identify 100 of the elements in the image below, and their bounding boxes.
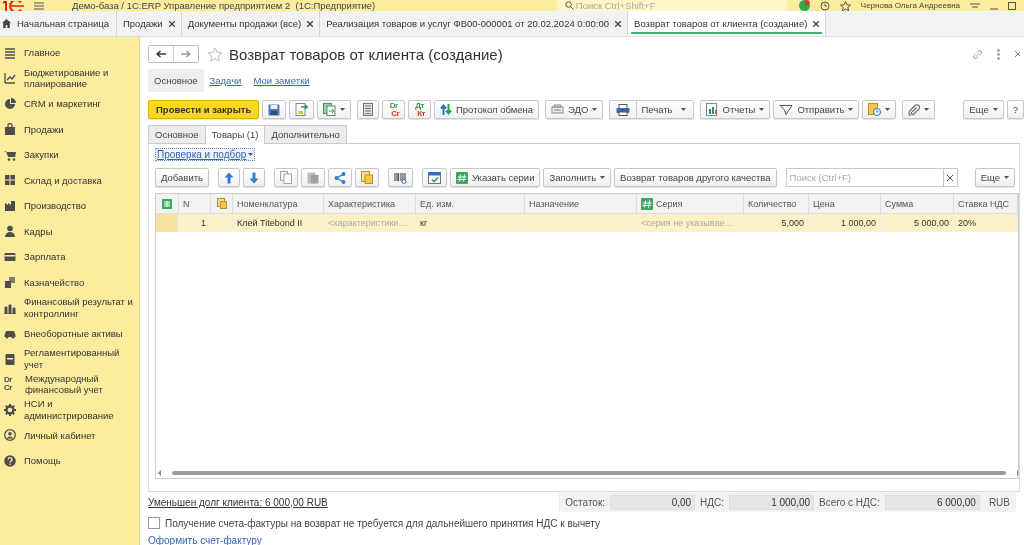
sidebar-item[interactable]: Бюджетирование и планирование	[0, 65, 139, 91]
toolbar-button[interactable]: Указать серии	[450, 168, 541, 187]
toolbar-button[interactable]: Дт Кт	[408, 100, 431, 119]
caret-icon	[592, 108, 598, 111]
sidebar-item[interactable]: Финансовый результат и контроллинг	[0, 295, 139, 321]
folder-icon	[361, 171, 373, 184]
sidebar-item[interactable]: Dr Cr Международный финансовый учет	[0, 371, 139, 397]
table-cell: 20%	[958, 218, 976, 228]
toolbar-button[interactable]	[357, 100, 380, 119]
toolbar-button[interactable]	[262, 100, 287, 119]
close-icon[interactable]	[168, 20, 175, 27]
sidebar-item[interactable]: НСИ и администрирование	[0, 397, 139, 423]
toolbar-button[interactable]: ЭДО	[545, 100, 604, 119]
notification-icon[interactable]	[798, 0, 810, 11]
checkbox[interactable]	[148, 517, 160, 529]
user-name[interactable]: Чернова Ольга Андреевна	[860, 0, 960, 11]
toolbar-button[interactable]	[317, 100, 352, 119]
sidebar-item[interactable]: Кадры	[0, 218, 139, 244]
sidebar-item[interactable]: Помощь	[0, 448, 139, 474]
form-title: Возврат товаров от клиента (создание)	[229, 45, 503, 63]
section-link[interactable]: Мои заметки	[247, 68, 316, 92]
toolbar-button[interactable]	[328, 168, 352, 187]
post-and-close-button[interactable]: Провести и закрыть	[148, 100, 260, 119]
check-and-pick-link[interactable]: Проверка и подбор	[155, 148, 256, 161]
sidebar-item[interactable]: Склад и доставка	[0, 167, 139, 193]
page-tab[interactable]: Дополнительно	[264, 125, 347, 143]
toolbar-button[interactable]: Отправить	[773, 100, 860, 119]
history-icon[interactable]	[819, 0, 830, 11]
toolbar-button[interactable]	[422, 168, 447, 187]
forward-arrow-icon	[181, 50, 191, 58]
sidebar-item[interactable]: Главное	[0, 40, 139, 66]
sidebar-item[interactable]: Продажи	[0, 116, 139, 142]
sidebar-item[interactable]: Закупки	[0, 142, 139, 168]
column-header[interactable]: Сумма	[881, 194, 954, 213]
section-icon	[4, 46, 16, 59]
column-header[interactable]: Ставка НДС	[954, 194, 1018, 213]
window-tab[interactable]: Документы продажи (все)	[181, 11, 321, 36]
star-icon[interactable]	[839, 0, 851, 11]
sidebar-item[interactable]: CRM и маркетинг	[0, 91, 139, 117]
close-icon[interactable]	[615, 20, 622, 27]
close-icon[interactable]	[307, 20, 314, 27]
toolbar-button[interactable]: Протокол обмена	[433, 100, 540, 119]
link-icon[interactable]	[972, 48, 983, 60]
sidebar-item[interactable]: Личный кабинет	[0, 422, 139, 448]
sidebar-item[interactable]: Производство	[0, 193, 139, 219]
column-header[interactable]: N	[179, 194, 211, 213]
menu-icon[interactable]	[970, 1, 980, 10]
toolbar-button[interactable]	[902, 100, 936, 119]
sidebar-item[interactable]: Казначейство	[0, 269, 139, 295]
column-header[interactable]: Характеристика	[324, 194, 416, 213]
toolbar-button[interactable]	[289, 100, 315, 119]
column-header[interactable]: Ед. изм.	[416, 194, 525, 213]
caret-icon	[848, 108, 854, 111]
print-button[interactable]: Печать	[609, 100, 694, 119]
toolbar-button[interactable]: Возврат товаров другого качества	[614, 168, 777, 187]
window-tab[interactable]: Продажи	[117, 11, 182, 36]
caret-icon	[1004, 176, 1009, 179]
sidebar-item[interactable]: Внеоборотные активы	[0, 320, 139, 346]
column-header[interactable]: Серия	[637, 194, 744, 213]
toolbar-button[interactable]: Еще	[963, 100, 1004, 119]
maximize-icon[interactable]	[1008, 1, 1016, 10]
more-icon[interactable]	[997, 48, 1000, 60]
toolbar-button[interactable]	[243, 168, 265, 187]
window-tab[interactable]: Начальная страница	[0, 11, 117, 36]
total-label: Всего с НДС:	[819, 496, 880, 508]
star-icon[interactable]	[207, 46, 223, 62]
sidebar-item[interactable]: Регламентированный учет	[0, 346, 139, 372]
table-settings-icon[interactable]	[162, 198, 172, 209]
sidebar-item[interactable]: Зарплата	[0, 244, 139, 270]
hash-icon	[641, 197, 653, 210]
section-link[interactable]: Задачи	[203, 68, 248, 92]
clipboard-icon	[307, 171, 319, 184]
column-header[interactable]: Назначение	[525, 194, 637, 213]
toolbar-button[interactable]	[218, 168, 240, 187]
cell-placeholder: <серия не указывае…	[641, 218, 734, 228]
section-icon	[4, 72, 16, 85]
close-icon[interactable]	[813, 20, 820, 27]
toolbar-button[interactable]: Отчеты	[699, 100, 771, 119]
toolbar-button[interactable]	[388, 168, 413, 187]
debt-link[interactable]: Уменьшен долг клиента: 6 000,00 RUB	[148, 496, 328, 508]
clear-button[interactable]	[943, 168, 958, 187]
menu-icon[interactable]	[34, 1, 44, 10]
toolbar-button[interactable]: Dr Cr	[382, 100, 406, 119]
toolbar-button[interactable]: ?	[1006, 100, 1024, 119]
toolbar-button[interactable]: Добавить	[155, 168, 209, 187]
page-tab[interactable]: Основное	[148, 125, 206, 143]
table-row[interactable]: 1 Клей Titebond II <характеристики… кг <серия не указывае… 5,000 1 000,00 5 000,00 20%	[156, 214, 1018, 232]
page-tab[interactable]: Товары (1)	[204, 125, 266, 144]
section-icon	[4, 454, 16, 467]
column-header[interactable]: Цена	[809, 194, 881, 213]
more-button[interactable]: Еще	[974, 168, 1015, 187]
table-search-field[interactable]: Поиск (Ctrl+F)	[785, 168, 944, 187]
horizontal-scrollbar[interactable]	[158, 470, 1018, 476]
window-tab[interactable]: Возврат товаров от клиента (создание)	[628, 11, 827, 36]
tray-icon	[551, 103, 565, 116]
column-header[interactable]: Количество	[744, 194, 809, 213]
section-link[interactable]: Основное	[148, 68, 204, 92]
toolbar-button[interactable]: Заполнить	[543, 168, 612, 187]
column-header[interactable]: Номенклатура	[233, 194, 324, 213]
toolbar-button[interactable]	[862, 100, 897, 119]
